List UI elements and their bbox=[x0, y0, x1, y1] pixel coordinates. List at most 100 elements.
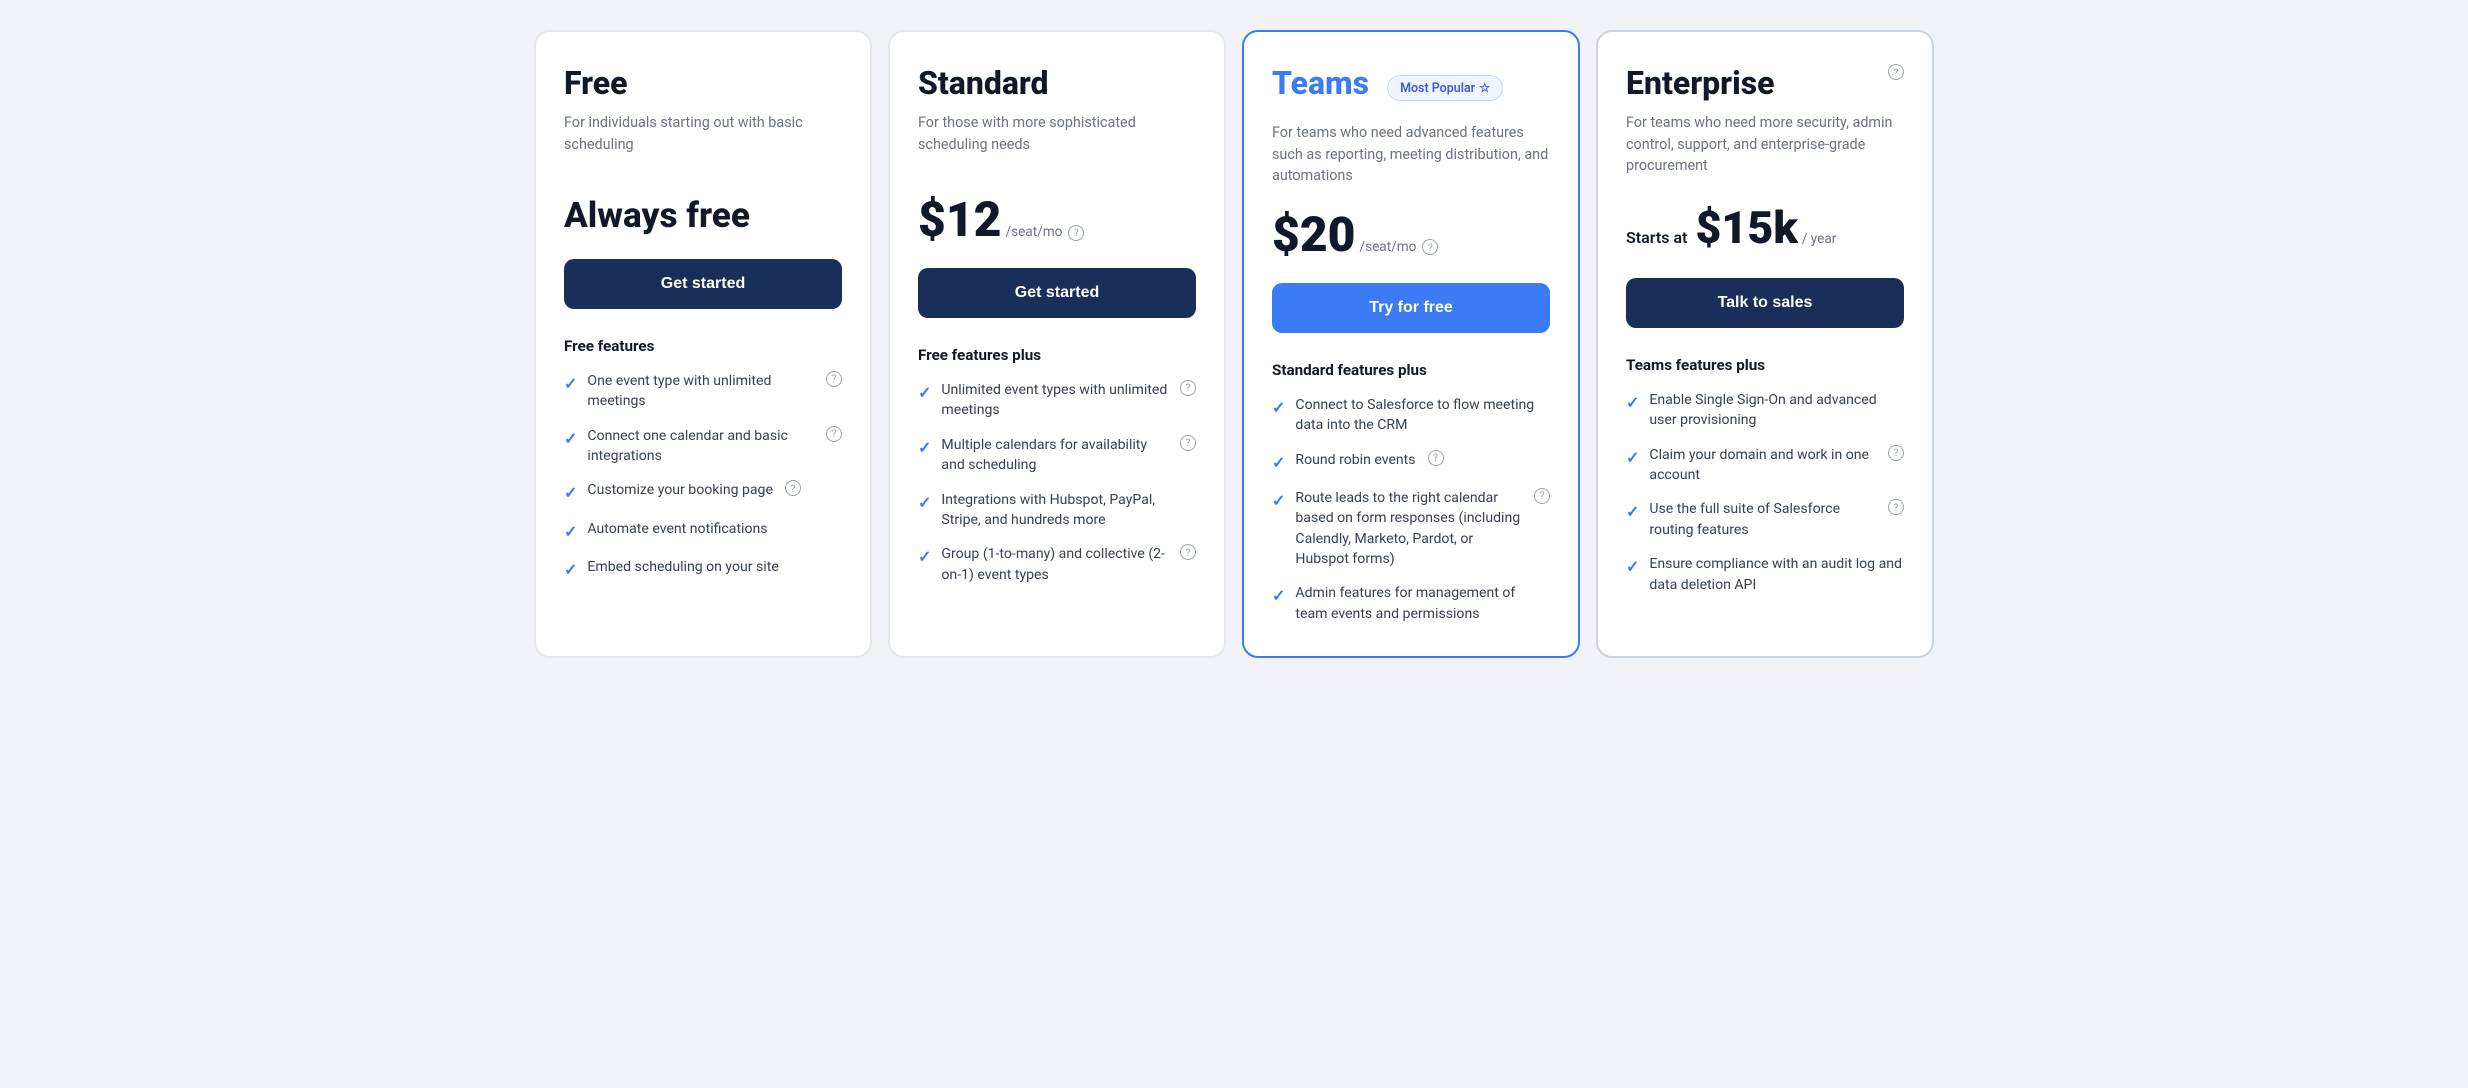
check-icon: ✓ bbox=[1626, 555, 1639, 578]
help-icon[interactable]: ? bbox=[1534, 488, 1550, 504]
check-icon: ✓ bbox=[564, 372, 577, 395]
feature-text: Multiple calendars for availability and … bbox=[941, 435, 1168, 476]
help-icon[interactable]: ? bbox=[785, 480, 801, 496]
check-icon: ✓ bbox=[564, 520, 577, 543]
feature-text: Customize your booking page bbox=[587, 480, 773, 500]
feature-text: One event type with unlimited meetings bbox=[587, 371, 814, 412]
check-icon: ✓ bbox=[564, 558, 577, 581]
badge-text: Most Popular bbox=[1400, 81, 1475, 96]
feature-text: Integrations with Hubspot, PayPal, Strip… bbox=[941, 490, 1196, 531]
check-icon: ✓ bbox=[918, 436, 931, 459]
feature-text: Embed scheduling on your site bbox=[587, 557, 778, 577]
list-item: ✓ Connect one calendar and basic integra… bbox=[564, 426, 842, 467]
plan-name-row-teams: Teams Most Popular ☆ bbox=[1272, 64, 1550, 112]
cta-button-free[interactable]: Get started bbox=[564, 259, 842, 309]
check-icon: ✓ bbox=[564, 427, 577, 450]
help-icon[interactable]: ? bbox=[826, 371, 842, 387]
pricing-grid: Free For individuals starting out with b… bbox=[534, 30, 1934, 658]
plan-card-standard: Standard For those with more sophisticat… bbox=[888, 30, 1226, 658]
list-item: ✓ Automate event notifications bbox=[564, 519, 842, 543]
help-icon[interactable]: ? bbox=[1180, 544, 1196, 560]
feature-text: Claim your domain and work in one accoun… bbox=[1649, 445, 1876, 486]
feature-text: Unlimited event types with unlimited mee… bbox=[941, 380, 1168, 421]
list-item: ✓ Multiple calendars for availability an… bbox=[918, 435, 1196, 476]
price-suffix-enterprise: / year bbox=[1802, 231, 1837, 247]
price-suffix-teams: /seat/mo bbox=[1359, 239, 1416, 255]
cta-button-standard[interactable]: Get started bbox=[918, 268, 1196, 318]
list-item: ✓ Integrations with Hubspot, PayPal, Str… bbox=[918, 490, 1196, 531]
price-help-icon-teams[interactable]: ? bbox=[1422, 239, 1438, 255]
price-always-free: Always free bbox=[564, 196, 750, 235]
check-icon: ✓ bbox=[1626, 391, 1639, 414]
price-row-free: Always free bbox=[564, 196, 842, 235]
check-icon: ✓ bbox=[918, 381, 931, 404]
list-item: ✓ Enable Single Sign-On and advanced use… bbox=[1626, 390, 1904, 431]
list-item: ✓ Unlimited event types with unlimited m… bbox=[918, 380, 1196, 421]
feature-text: Connect one calendar and basic integrati… bbox=[587, 426, 814, 467]
feature-list-teams: ✓ Connect to Salesforce to flow meeting … bbox=[1272, 395, 1550, 624]
feature-text: Route leads to the right calendar based … bbox=[1295, 488, 1522, 570]
list-item: ✓ Ensure compliance with an audit log an… bbox=[1626, 554, 1904, 595]
list-item: ✓ Admin features for management of team … bbox=[1272, 583, 1550, 624]
help-icon[interactable]: ? bbox=[826, 426, 842, 442]
price-row-enterprise: Starts at $15k / year bbox=[1626, 201, 1904, 254]
price-suffix-standard: /seat/mo bbox=[1005, 224, 1062, 240]
plan-description-free: For individuals starting out with basic … bbox=[564, 112, 842, 172]
list-item: ✓ Group (1-to-many) and collective (2-on… bbox=[918, 544, 1196, 585]
list-item: ✓ Customize your booking page ? bbox=[564, 480, 842, 504]
feature-text: Ensure compliance with an audit log and … bbox=[1649, 554, 1904, 595]
list-item: ✓ Route leads to the right calendar base… bbox=[1272, 488, 1550, 570]
check-icon: ✓ bbox=[918, 545, 931, 568]
check-icon: ✓ bbox=[918, 491, 931, 514]
check-icon: ✓ bbox=[1272, 489, 1285, 512]
plan-name-free: Free bbox=[564, 64, 842, 102]
feature-text: Round robin events bbox=[1295, 450, 1415, 470]
price-amount-teams: $20 bbox=[1272, 211, 1355, 259]
check-icon: ✓ bbox=[1626, 500, 1639, 523]
price-help-icon-standard[interactable]: ? bbox=[1068, 225, 1084, 241]
list-item: ✓ Use the full suite of Salesforce routi… bbox=[1626, 499, 1904, 540]
check-icon: ✓ bbox=[1272, 396, 1285, 419]
list-item: ✓ One event type with unlimited meetings… bbox=[564, 371, 842, 412]
plan-description-teams: For teams who need advanced features suc… bbox=[1272, 122, 1550, 187]
help-icon[interactable]: ? bbox=[1888, 445, 1904, 461]
help-icon[interactable]: ? bbox=[1888, 499, 1904, 515]
plan-name-enterprise: Enterprise bbox=[1626, 64, 1904, 102]
check-icon: ✓ bbox=[1626, 446, 1639, 469]
plan-card-free: Free For individuals starting out with b… bbox=[534, 30, 872, 658]
list-item: ✓ Claim your domain and work in one acco… bbox=[1626, 445, 1904, 486]
plan-card-teams: Teams Most Popular ☆ For teams who need … bbox=[1242, 30, 1580, 658]
feature-text: Admin features for management of team ev… bbox=[1295, 583, 1550, 624]
plan-name-standard: Standard bbox=[918, 64, 1196, 102]
plan-description-enterprise: For teams who need more security, admin … bbox=[1626, 112, 1904, 177]
feature-text: Enable Single Sign-On and advanced user … bbox=[1649, 390, 1904, 431]
feature-list-free: ✓ One event type with unlimited meetings… bbox=[564, 371, 842, 581]
check-icon: ✓ bbox=[1272, 584, 1285, 607]
cta-button-teams[interactable]: Try for free bbox=[1272, 283, 1550, 333]
plan-name-teams: Teams bbox=[1272, 64, 1369, 102]
feature-text: Connect to Salesforce to flow meeting da… bbox=[1295, 395, 1550, 436]
check-icon: ✓ bbox=[564, 481, 577, 504]
plan-description-standard: For those with more sophisticated schedu… bbox=[918, 112, 1196, 172]
help-icon[interactable]: ? bbox=[1180, 435, 1196, 451]
features-label-teams: Standard features plus bbox=[1272, 361, 1550, 379]
enterprise-help-icon[interactable]: ? bbox=[1888, 64, 1904, 80]
feature-list-standard: ✓ Unlimited event types with unlimited m… bbox=[918, 380, 1196, 585]
cta-button-enterprise[interactable]: Talk to sales bbox=[1626, 278, 1904, 328]
list-item: ✓ Embed scheduling on your site bbox=[564, 557, 842, 581]
feature-text: Automate event notifications bbox=[587, 519, 767, 539]
feature-text: Use the full suite of Salesforce routing… bbox=[1649, 499, 1876, 540]
most-popular-badge: Most Popular ☆ bbox=[1387, 75, 1503, 101]
help-icon[interactable]: ? bbox=[1180, 380, 1196, 396]
price-row-standard: $12 /seat/mo ? bbox=[918, 196, 1196, 244]
plan-card-enterprise: ? Enterprise For teams who need more sec… bbox=[1596, 30, 1934, 658]
features-label-enterprise: Teams features plus bbox=[1626, 356, 1904, 374]
help-icon[interactable]: ? bbox=[1428, 450, 1444, 466]
list-item: ✓ Connect to Salesforce to flow meeting … bbox=[1272, 395, 1550, 436]
check-icon: ✓ bbox=[1272, 451, 1285, 474]
list-item: ✓ Round robin events ? bbox=[1272, 450, 1550, 474]
price-starts-at: Starts at bbox=[1626, 228, 1687, 247]
price-amount-enterprise: $15k bbox=[1695, 201, 1797, 254]
features-label-standard: Free features plus bbox=[918, 346, 1196, 364]
star-icon: ☆ bbox=[1479, 80, 1490, 96]
